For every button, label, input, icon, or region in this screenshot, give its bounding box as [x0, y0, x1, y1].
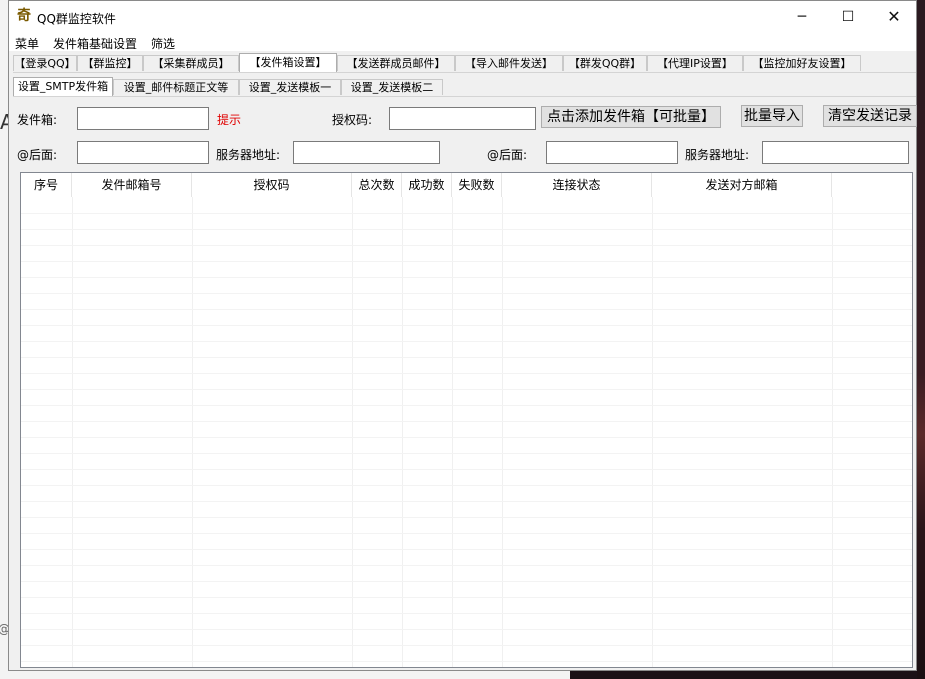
subtab-mail-title-body[interactable]: 设置_邮件标题正文等	[113, 79, 239, 95]
suffix-label-2: @后面:	[487, 148, 528, 162]
sender-table[interactable]: 序号 发件邮箱号 授权码 总次数 成功数 失败数 连接状态 发送对方邮箱	[20, 172, 913, 668]
server-input-2[interactable]	[762, 141, 909, 164]
grid-row-line	[21, 229, 912, 230]
grid-row-line	[21, 245, 912, 246]
sender-input[interactable]	[77, 107, 209, 130]
background-window-bottom	[0, 671, 570, 679]
minimize-icon[interactable]: ─	[779, 1, 825, 33]
menu-sender-settings[interactable]: 发件箱基础设置	[53, 35, 137, 52]
tab-collect-members[interactable]: 【采集群成员】	[143, 55, 239, 71]
grid-row-line	[21, 661, 912, 662]
grid-row-line	[21, 485, 912, 486]
server-label-2: 服务器地址:	[685, 148, 750, 162]
grid-row-line	[21, 645, 912, 646]
grid-row-line	[21, 293, 912, 294]
sub-tab-strip: 设置_SMTP发件箱 设置_邮件标题正文等 设置_发送模板一 设置_发送模板二	[13, 77, 916, 96]
main-tab-strip: 【登录QQ】 【群监控】 【采集群成员】 【发件箱设置】 【发送群成员邮件】 【…	[13, 53, 916, 72]
grid-row-line	[21, 469, 912, 470]
grid-row-line	[21, 357, 912, 358]
grid-row-line	[21, 533, 912, 534]
grid-row-line	[21, 565, 912, 566]
auth-code-input[interactable]	[389, 107, 536, 130]
tab-group-monitor[interactable]: 【群监控】	[77, 55, 143, 71]
auth-code-label: 授权码:	[332, 113, 373, 127]
tab-monitor-add-friend[interactable]: 【监控加好友设置】	[743, 55, 861, 71]
suffix-input-2[interactable]	[546, 141, 678, 164]
maximize-icon[interactable]: ☐	[825, 1, 871, 33]
column-header-success[interactable]: 成功数	[402, 173, 452, 197]
subtab-template-one[interactable]: 设置_发送模板一	[239, 79, 341, 95]
column-header-index[interactable]: 序号	[21, 173, 72, 197]
desktop-background	[917, 0, 925, 679]
column-header-recipient-email[interactable]: 发送对方邮箱	[652, 173, 832, 197]
background-window-left: A @	[0, 0, 14, 679]
menu-bar: 菜单 发件箱基础设置 筛选	[9, 33, 916, 51]
batch-import-button[interactable]: 批量导入	[741, 105, 803, 127]
grid-row-line	[21, 501, 912, 502]
grid-row-line	[21, 613, 912, 614]
grid-row-line	[21, 581, 912, 582]
tab-sender-settings[interactable]: 【发件箱设置】	[239, 53, 337, 72]
grid-row-line	[21, 437, 912, 438]
menu-filter[interactable]: 筛选	[151, 35, 175, 52]
app-window: 奇 QQ群监控软件 ─ ☐ ✕ 菜单 发件箱基础设置 筛选 【登录QQ】 【群监…	[8, 0, 917, 671]
add-sender-button[interactable]: 点击添加发件箱【可批量】	[541, 106, 721, 128]
grid-row-line	[21, 373, 912, 374]
suffix-input-1[interactable]	[77, 141, 209, 164]
tab-login-qq[interactable]: 【登录QQ】	[13, 55, 77, 71]
tab-import-mail-send[interactable]: 【导入邮件发送】	[455, 55, 563, 71]
subtab-template-two[interactable]: 设置_发送模板二	[341, 79, 443, 95]
grid-row-line	[21, 421, 912, 422]
suffix-label-1: @后面:	[17, 148, 58, 162]
grid-row-line	[21, 309, 912, 310]
grid-row-line	[21, 261, 912, 262]
server-input-1[interactable]	[293, 141, 440, 164]
grid-row-line	[21, 389, 912, 390]
tab-mass-qq-group[interactable]: 【群发QQ群】	[563, 55, 647, 71]
window-title: QQ群监控软件	[37, 12, 116, 26]
grid-row-line	[21, 405, 912, 406]
tab-send-member-mail[interactable]: 【发送群成员邮件】	[337, 55, 455, 71]
column-header-failed[interactable]: 失败数	[452, 173, 502, 197]
column-header-sender-email[interactable]: 发件邮箱号	[72, 173, 192, 197]
table-header: 序号 发件邮箱号 授权码 总次数 成功数 失败数 连接状态 发送对方邮箱	[21, 173, 912, 197]
grid-row-line	[21, 597, 912, 598]
grid-row-line	[21, 549, 912, 550]
subtab-smtp-sender[interactable]: 设置_SMTP发件箱	[13, 77, 113, 96]
close-icon[interactable]: ✕	[871, 1, 917, 33]
sender-label: 发件箱:	[17, 113, 58, 127]
grid-row-line	[21, 517, 912, 518]
title-bar[interactable]: 奇 QQ群监控软件 ─ ☐ ✕	[9, 1, 916, 33]
server-label-1: 服务器地址:	[216, 148, 281, 162]
grid-row-line	[21, 629, 912, 630]
hint-link[interactable]: 提示	[217, 111, 241, 128]
grid-row-line	[21, 453, 912, 454]
menu-main[interactable]: 菜单	[15, 35, 39, 52]
column-header-connection-status[interactable]: 连接状态	[502, 173, 652, 197]
grid-row-line	[21, 325, 912, 326]
clear-send-records-button[interactable]: 清空发送记录	[823, 105, 917, 127]
sub-tab-divider	[13, 96, 916, 97]
main-tab-divider	[13, 72, 916, 73]
grid-row-line	[21, 213, 912, 214]
grid-row-line	[21, 277, 912, 278]
tab-proxy-ip[interactable]: 【代理IP设置】	[647, 55, 743, 71]
column-header-auth-code[interactable]: 授权码	[192, 173, 352, 197]
grid-row-line	[21, 341, 912, 342]
app-icon: 奇	[17, 8, 31, 24]
column-header-total[interactable]: 总次数	[352, 173, 402, 197]
